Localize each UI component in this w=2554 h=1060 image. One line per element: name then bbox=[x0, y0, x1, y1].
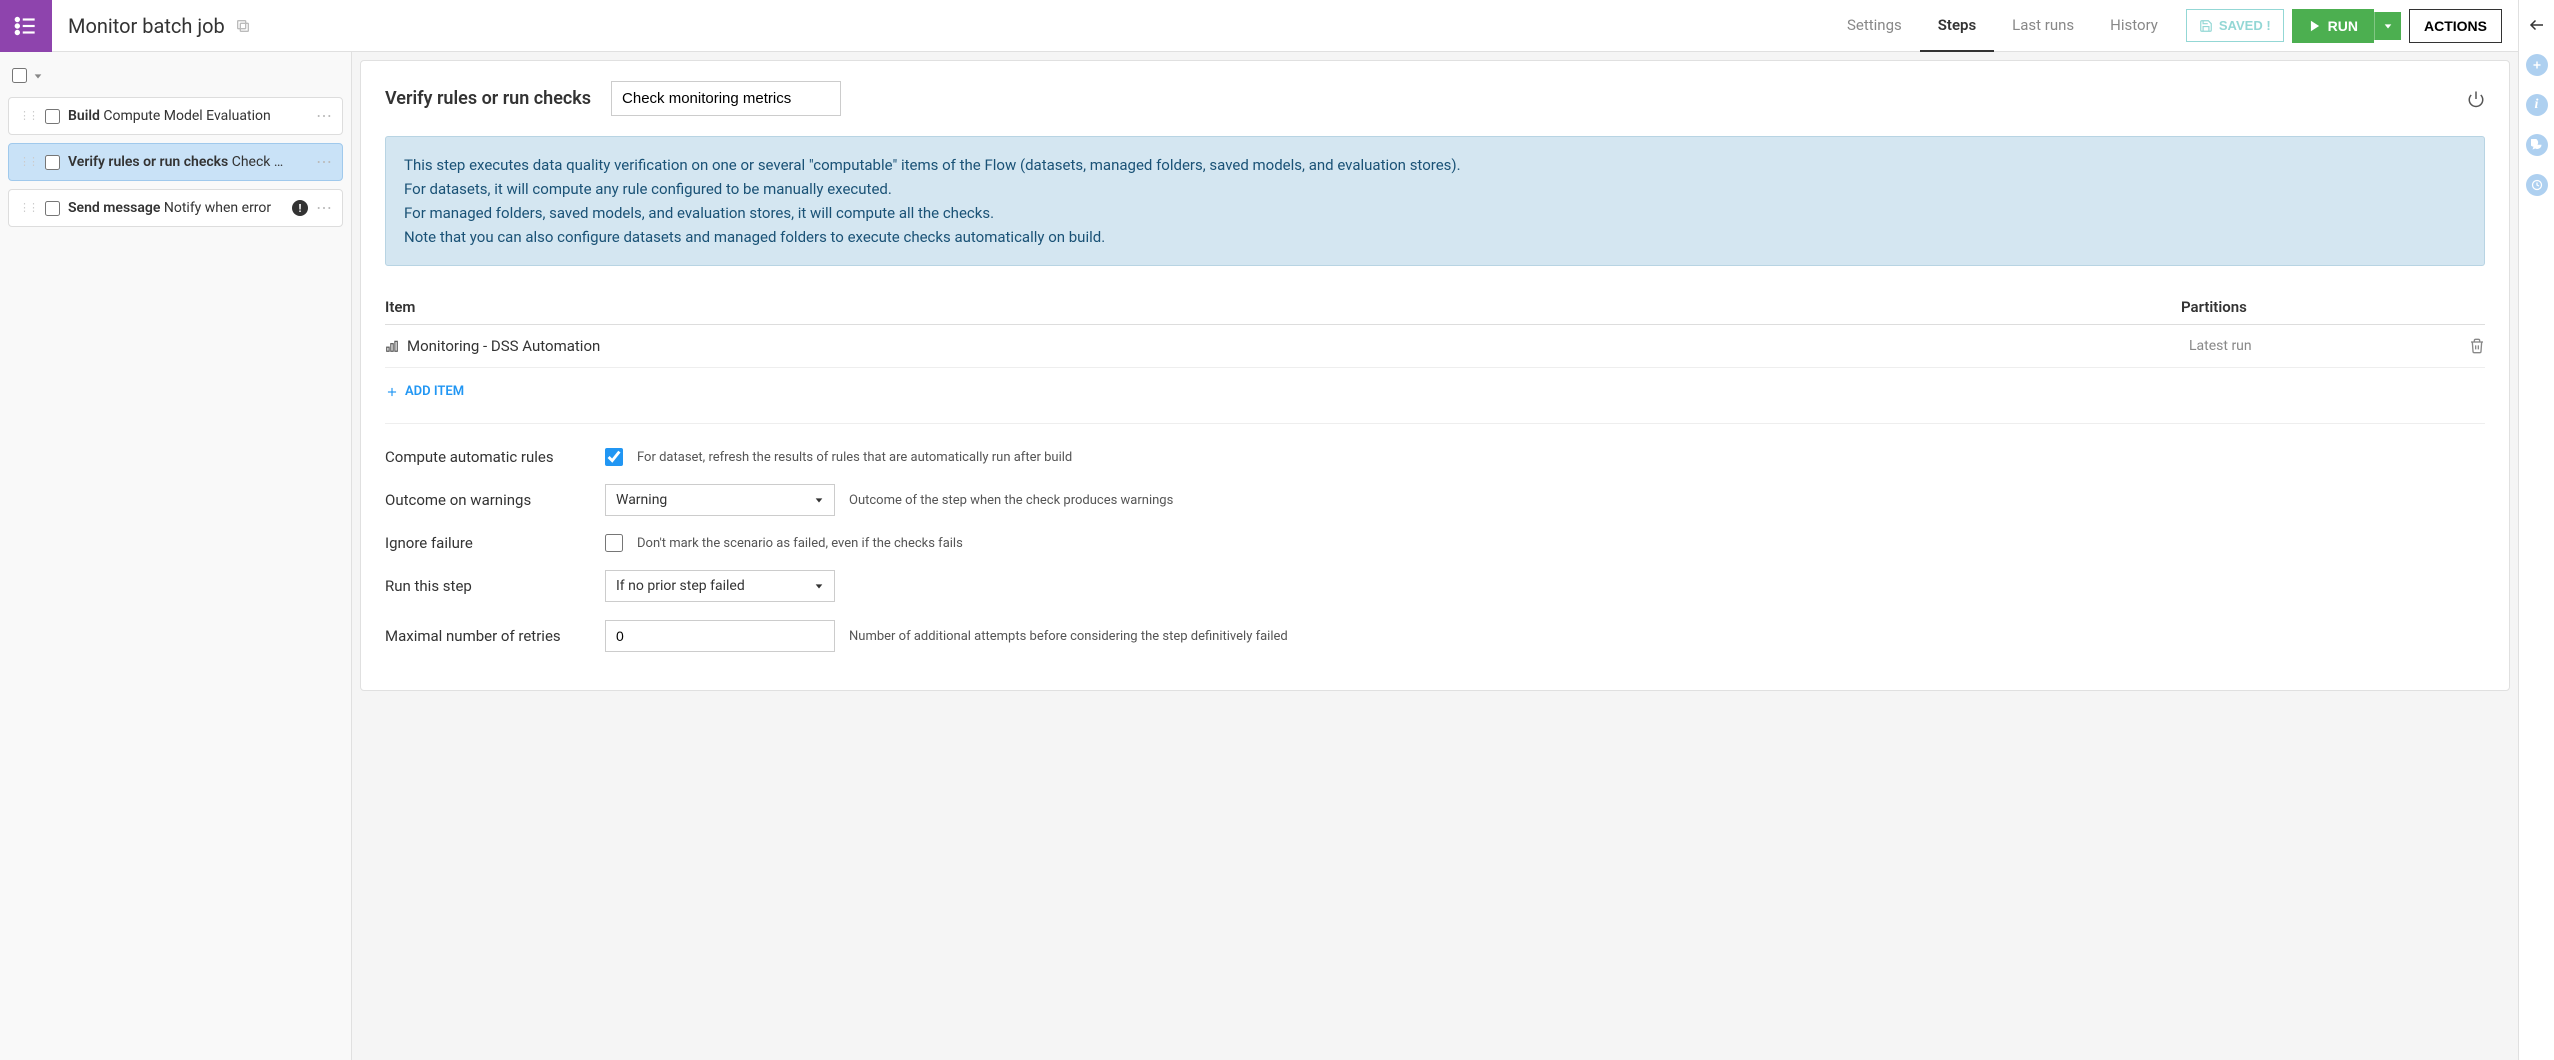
step-label: Build Compute Model Evaluation bbox=[68, 108, 308, 124]
back-arrow-icon[interactable] bbox=[2526, 14, 2548, 36]
form-label: Compute automatic rules bbox=[385, 448, 605, 466]
item-row: Monitoring - DSS Automation Latest run bbox=[385, 325, 2485, 368]
plus-icon bbox=[385, 385, 399, 399]
compute-automatic-checkbox[interactable] bbox=[605, 448, 623, 466]
form-label: Run this step bbox=[385, 577, 605, 595]
warning-badge-icon: ! bbox=[292, 200, 308, 216]
form-hint: Outcome of the step when the check produ… bbox=[849, 493, 1173, 508]
trash-icon[interactable] bbox=[2469, 338, 2485, 354]
drag-handle-icon[interactable]: ⋮⋮ bbox=[19, 159, 37, 165]
step-name-input[interactable] bbox=[611, 81, 841, 116]
run-dropdown-button[interactable] bbox=[2374, 12, 2401, 40]
clock-circle-icon[interactable] bbox=[2526, 174, 2548, 196]
step-item-verify[interactable]: ⋮⋮ Verify rules or run checks Check … ⋯ bbox=[8, 143, 343, 181]
panel-title: Verify rules or run checks bbox=[385, 88, 591, 109]
tab-settings[interactable]: Settings bbox=[1829, 0, 1920, 52]
outcome-select[interactable]: Warning bbox=[605, 484, 835, 516]
header-nav: Settings Steps Last runs History SAVED !… bbox=[1829, 0, 2502, 52]
saved-label: SAVED ! bbox=[2219, 18, 2271, 33]
info-circle-icon[interactable]: i bbox=[2526, 94, 2548, 116]
row-run-this-step: Run this step If no prior step failed bbox=[385, 570, 2485, 602]
main-content: Verify rules or run checks This step exe… bbox=[352, 52, 2518, 1060]
info-line: Note that you can also configure dataset… bbox=[404, 225, 2466, 249]
info-line: For datasets, it will compute any rule c… bbox=[404, 177, 2466, 201]
row-compute-automatic: Compute automatic rules For dataset, ref… bbox=[385, 448, 2485, 466]
chat-circle-icon[interactable] bbox=[2526, 134, 2548, 156]
form-label: Maximal number of retries bbox=[385, 627, 605, 645]
form-hint: Don't mark the scenario as failed, even … bbox=[637, 536, 963, 551]
row-ignore-failure: Ignore failure Don't mark the scenario a… bbox=[385, 534, 2485, 552]
add-item-button[interactable]: ADD ITEM bbox=[385, 384, 2485, 399]
header: Monitor batch job Settings Steps Last ru… bbox=[52, 0, 2518, 52]
app-menu-button[interactable] bbox=[0, 0, 52, 52]
run-label: RUN bbox=[2328, 18, 2358, 34]
add-item-label: ADD ITEM bbox=[405, 384, 464, 399]
step-checkbox[interactable] bbox=[45, 201, 60, 216]
play-icon bbox=[2308, 19, 2322, 33]
form-label: Ignore failure bbox=[385, 534, 605, 552]
item-partitions: Latest run bbox=[2189, 338, 2469, 354]
chevron-down-icon[interactable] bbox=[33, 71, 43, 81]
step-label: Send message Notify when error bbox=[68, 200, 284, 216]
page-title: Monitor batch job bbox=[68, 14, 225, 38]
chevron-down-icon bbox=[2383, 21, 2393, 31]
copy-icon[interactable] bbox=[235, 18, 251, 34]
tab-history[interactable]: History bbox=[2092, 0, 2176, 52]
items-section: Item Partitions Monitoring - DSS Automat… bbox=[385, 290, 2485, 399]
panel-header: Verify rules or run checks bbox=[385, 81, 2485, 116]
step-label: Verify rules or run checks Check … bbox=[68, 154, 308, 170]
steps-sidebar: ⋮⋮ Build Compute Model Evaluation ⋯ ⋮⋮ V… bbox=[0, 52, 352, 1060]
actions-button[interactable]: ACTIONS bbox=[2409, 9, 2502, 43]
info-line: For managed folders, saved models, and e… bbox=[404, 201, 2466, 225]
saved-button[interactable]: SAVED ! bbox=[2186, 9, 2284, 42]
list-icon bbox=[13, 13, 39, 39]
model-icon bbox=[385, 339, 399, 353]
save-icon bbox=[2199, 19, 2213, 33]
step-checkbox[interactable] bbox=[45, 109, 60, 124]
ignore-failure-checkbox[interactable] bbox=[605, 534, 623, 552]
chevron-down-icon bbox=[814, 495, 824, 505]
info-box: This step executes data quality verifica… bbox=[385, 136, 2485, 266]
column-header-item: Item bbox=[385, 298, 2181, 316]
row-retries: Maximal number of retries Number of addi… bbox=[385, 620, 2485, 652]
form-hint: For dataset, refresh the results of rule… bbox=[637, 450, 1072, 465]
item-name: Monitoring - DSS Automation bbox=[407, 337, 2189, 355]
info-line: This step executes data quality verifica… bbox=[404, 153, 2466, 177]
select-value: Warning bbox=[616, 492, 667, 508]
row-outcome: Outcome on warnings Warning Outcome of t… bbox=[385, 484, 2485, 516]
step-checkbox[interactable] bbox=[45, 155, 60, 170]
chevron-down-icon bbox=[814, 581, 824, 591]
drag-handle-icon[interactable]: ⋮⋮ bbox=[19, 205, 37, 211]
step-item-send-message[interactable]: ⋮⋮ Send message Notify when error ! ⋯ bbox=[8, 189, 343, 227]
right-rail: i bbox=[2518, 0, 2554, 1060]
items-header: Item Partitions bbox=[385, 290, 2485, 325]
select-all-row bbox=[8, 62, 343, 89]
form-section: Compute automatic rules For dataset, ref… bbox=[385, 423, 2485, 652]
add-circle-icon[interactable] bbox=[2526, 54, 2548, 76]
retries-input[interactable] bbox=[605, 620, 835, 652]
column-header-partitions: Partitions bbox=[2181, 298, 2461, 316]
power-icon[interactable] bbox=[2467, 90, 2485, 108]
form-label: Outcome on warnings bbox=[385, 491, 605, 509]
step-item-build[interactable]: ⋮⋮ Build Compute Model Evaluation ⋯ bbox=[8, 97, 343, 135]
select-all-checkbox[interactable] bbox=[12, 68, 27, 83]
tab-last-runs[interactable]: Last runs bbox=[1994, 0, 2092, 52]
select-value: If no prior step failed bbox=[616, 578, 745, 594]
step-config-panel: Verify rules or run checks This step exe… bbox=[360, 60, 2510, 691]
drag-handle-icon[interactable]: ⋮⋮ bbox=[19, 113, 37, 119]
run-button[interactable]: RUN bbox=[2292, 9, 2374, 43]
tab-steps[interactable]: Steps bbox=[1920, 0, 1994, 52]
run-step-select[interactable]: If no prior step failed bbox=[605, 570, 835, 602]
form-hint: Number of additional attempts before con… bbox=[849, 629, 1288, 644]
